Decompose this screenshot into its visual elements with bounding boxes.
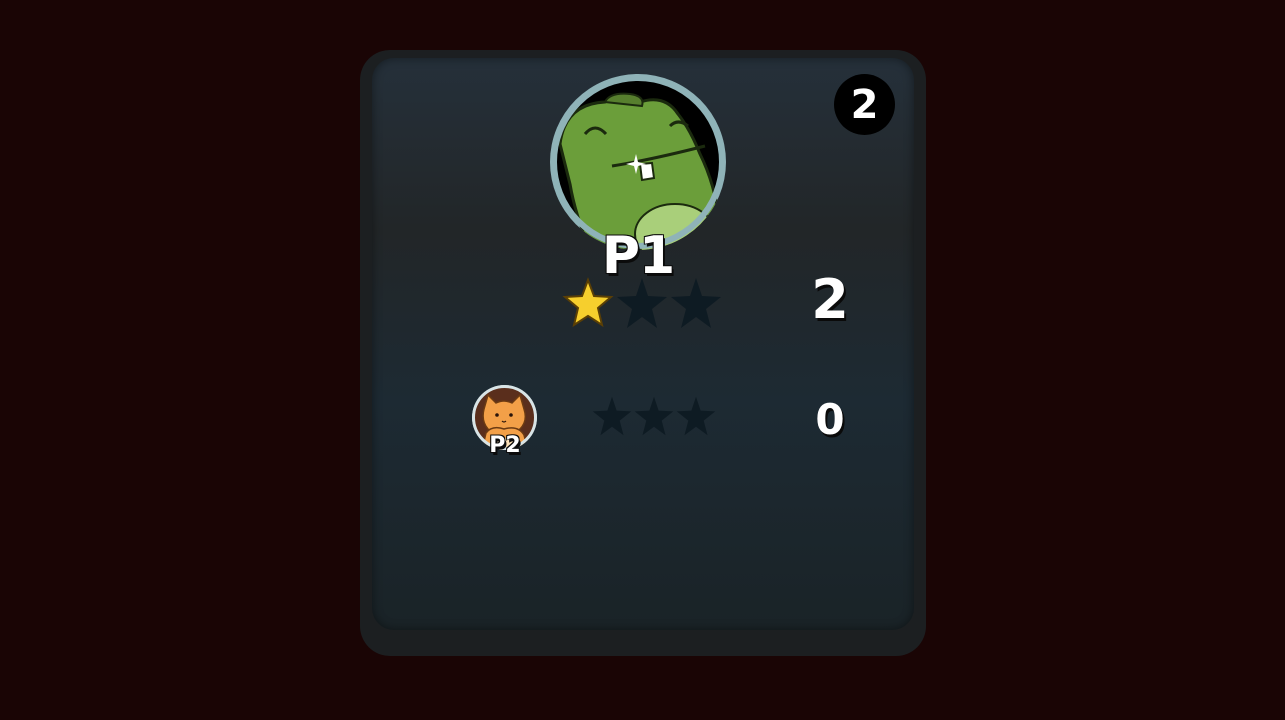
round-badge: 2 <box>834 74 895 135</box>
p1-avatar <box>550 74 726 250</box>
round-number: 2 <box>850 81 879 128</box>
p2-score: 0 <box>815 395 845 444</box>
star-filled-icon <box>562 277 614 328</box>
p1-stars <box>562 276 722 330</box>
p2-stars <box>592 395 716 437</box>
star-empty-icon <box>671 278 721 328</box>
p1-score: 2 <box>811 268 849 331</box>
star-empty-icon <box>634 396 674 436</box>
star-empty-icon <box>592 396 632 436</box>
frog-avatar-icon <box>551 75 725 250</box>
p2-name: P2 <box>489 433 521 458</box>
star-empty-icon <box>617 278 667 328</box>
star-empty-icon <box>676 396 716 436</box>
